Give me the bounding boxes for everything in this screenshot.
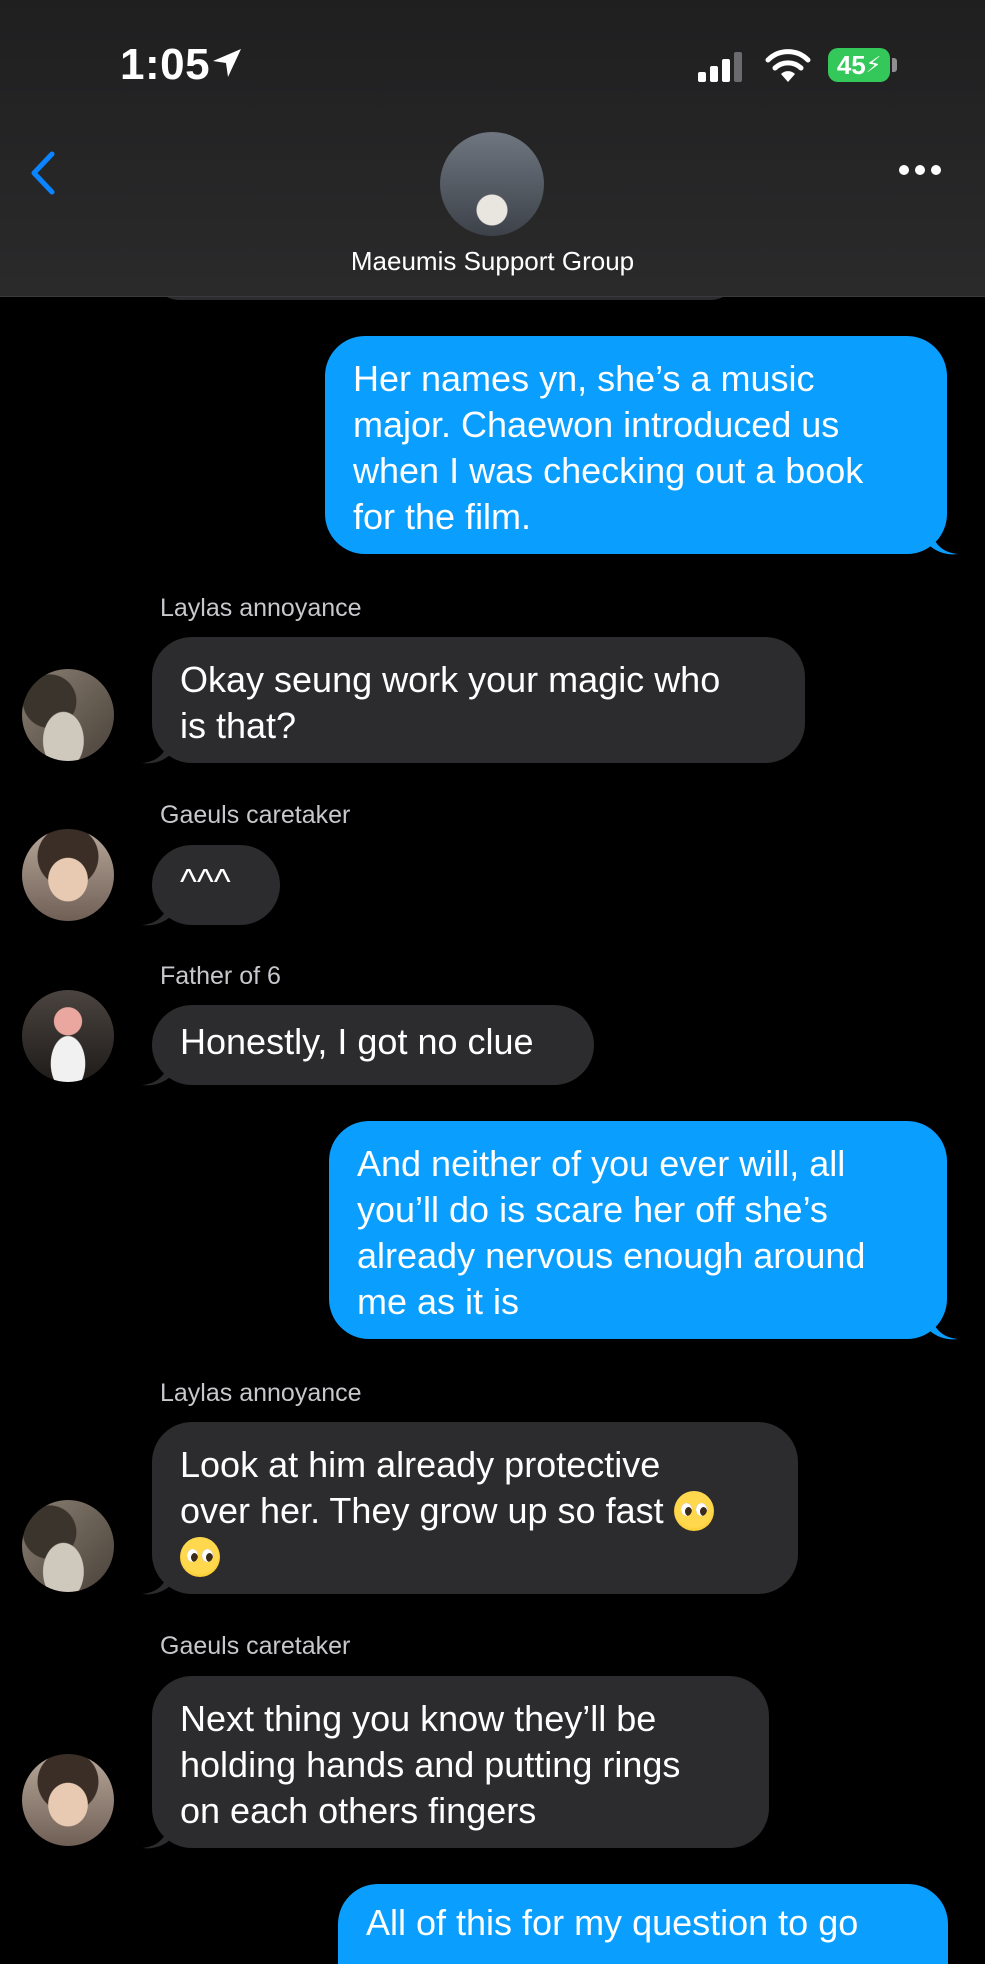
sender-name: Laylas annoyance <box>160 1379 362 1407</box>
message-line: already nervous enough around <box>357 1235 866 1276</box>
message-line: for the film. <box>353 496 532 537</box>
bubble-tail <box>142 1566 170 1595</box>
message-line: is that? <box>180 705 297 746</box>
pleading-face-emoji-icon <box>180 1537 220 1577</box>
battery-indicator: 45 ⚡ <box>828 48 890 82</box>
message-line: holding hands and putting rings <box>180 1744 681 1785</box>
location-arrow-icon <box>213 49 241 77</box>
incoming-message[interactable]: Next thing you know they’ll be holding h… <box>152 1676 769 1848</box>
incoming-message[interactable]: ^^^ <box>152 845 280 925</box>
pleading-face-emoji-icon <box>673 1491 714 1531</box>
message-line: Her names yn, she’s a music <box>353 358 815 399</box>
bubble-tail <box>142 1057 170 1086</box>
avatar-laylas-annoyance[interactable] <box>22 669 114 761</box>
outgoing-message[interactable]: All of this for my question to go <box>338 1884 948 1964</box>
back-chevron-icon[interactable] <box>24 148 64 198</box>
sender-name: Father of 6 <box>160 962 281 990</box>
emoji-line <box>180 1534 770 1580</box>
message-line: over her. They grow up so fast <box>180 1490 664 1531</box>
battery-nub <box>892 58 897 72</box>
avatar-gaeuls-caretaker[interactable] <box>22 1754 114 1846</box>
message-line: major. Chaewon introduced us <box>353 404 840 445</box>
sender-name: Laylas annoyance <box>160 594 362 622</box>
conversation-header: 1:05 45 ⚡ Maeumis Support Group <box>0 0 985 297</box>
message-line: And neither of you ever will, all <box>357 1143 846 1184</box>
bubble-tail <box>142 897 170 926</box>
group-name[interactable]: Maeumis Support Group <box>0 246 985 277</box>
sender-name: Gaeuls caretaker <box>160 801 351 829</box>
battery-level: 45 <box>836 49 866 80</box>
group-avatar[interactable] <box>440 132 544 236</box>
bubble-tail <box>930 526 958 555</box>
bubble-tail <box>142 1820 170 1849</box>
charging-bolt-icon: ⚡ <box>865 52 882 77</box>
message-line: All of this for my question to go <box>366 1902 859 1943</box>
message-line: you’ll do is scare her off she’s <box>357 1189 828 1230</box>
outgoing-message[interactable]: Her names yn, she’s a music major. Chaew… <box>325 336 947 554</box>
message-line: Look at him already protective <box>180 1444 661 1485</box>
message-line: when I was checking out a book <box>353 450 864 491</box>
avatar-father-of-6[interactable] <box>22 990 114 1082</box>
wifi-icon <box>765 49 811 82</box>
incoming-message[interactable]: Okay seung work your magic who is that? <box>152 637 805 763</box>
sender-name: Gaeuls caretaker <box>160 1632 351 1660</box>
status-time: 1:05 <box>120 40 211 89</box>
message-line-with-emoji: over her. They grow up so fast <box>180 1488 770 1534</box>
bubble-tail <box>930 1311 958 1340</box>
message-line: Okay seung work your magic who <box>180 659 721 700</box>
avatar-laylas-annoyance[interactable] <box>22 1500 114 1592</box>
more-options-icon[interactable] <box>898 160 942 180</box>
message-line: me as it is <box>357 1281 520 1322</box>
message-line: Honestly, I got no clue <box>180 1021 534 1062</box>
outgoing-message[interactable]: And neither of you ever will, all you’ll… <box>329 1121 947 1339</box>
incoming-message[interactable]: Look at him already protective over her.… <box>152 1422 798 1594</box>
cellular-signal-icon <box>698 52 742 82</box>
message-line: Next thing you know they’ll be <box>180 1698 657 1739</box>
bubble-tail <box>142 735 170 764</box>
avatar-gaeuls-caretaker[interactable] <box>22 829 114 921</box>
message-line: ^^^ <box>180 861 231 902</box>
incoming-message[interactable]: Honestly, I got no clue <box>152 1005 594 1085</box>
message-line: on each others fingers <box>180 1790 537 1831</box>
